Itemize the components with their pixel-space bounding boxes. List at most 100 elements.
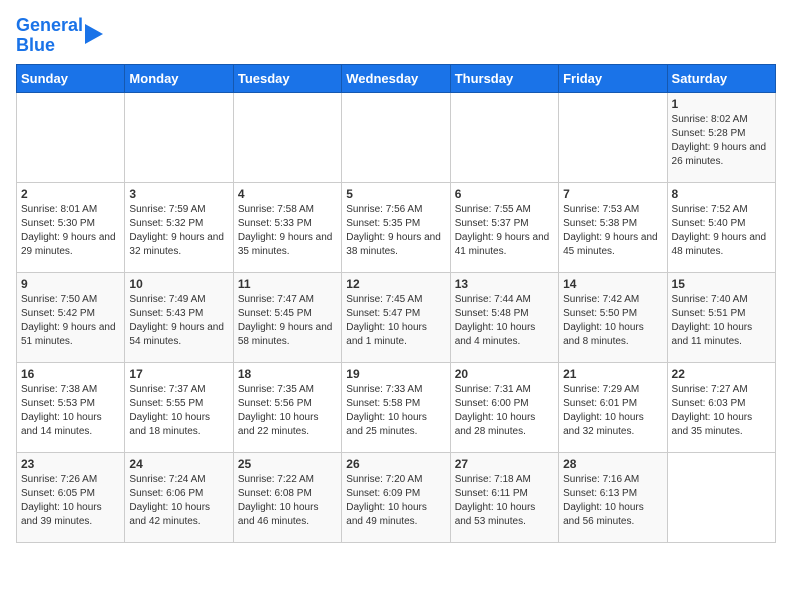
day-cell: 3 Sunrise: 7:59 AM Sunset: 5:32 PM Daylig…: [125, 182, 233, 272]
day-info: Sunrise: 7:58 AM Sunset: 5:33 PM Dayligh…: [238, 203, 337, 259]
day-number: 21: [563, 367, 662, 381]
day-info: Sunrise: 7:24 AM Sunset: 6:06 PM Dayligh…: [129, 473, 228, 529]
day-info: Sunrise: 8:01 AM Sunset: 5:30 PM Dayligh…: [21, 203, 120, 259]
weekday-header-thursday: Thursday: [450, 64, 558, 92]
day-info: Sunrise: 7:59 AM Sunset: 5:32 PM Dayligh…: [129, 203, 228, 259]
day-number: 12: [346, 277, 445, 291]
weekday-header-wednesday: Wednesday: [342, 64, 450, 92]
day-cell: 9 Sunrise: 7:50 AM Sunset: 5:42 PM Daylig…: [17, 272, 125, 362]
day-number: 28: [563, 457, 662, 471]
week-row-3: 9 Sunrise: 7:50 AM Sunset: 5:42 PM Daylig…: [17, 272, 776, 362]
day-info: Sunrise: 7:26 AM Sunset: 6:05 PM Dayligh…: [21, 473, 120, 529]
day-cell: [125, 92, 233, 182]
day-cell: 16Sunrise: 7:38 AM Sunset: 5:53 PM Dayli…: [17, 362, 125, 452]
day-number: 11: [238, 277, 337, 291]
day-cell: [233, 92, 341, 182]
day-number: 26: [346, 457, 445, 471]
day-info: Sunrise: 7:50 AM Sunset: 5:42 PM Dayligh…: [21, 293, 120, 349]
day-info: Sunrise: 7:27 AM Sunset: 6:03 PM Dayligh…: [672, 383, 771, 439]
weekday-header-tuesday: Tuesday: [233, 64, 341, 92]
day-cell: 10 Sunrise: 7:49 AM Sunset: 5:43 PM Dayli…: [125, 272, 233, 362]
day-number: 16: [21, 367, 120, 381]
day-cell: 4 Sunrise: 7:58 AM Sunset: 5:33 PM Daylig…: [233, 182, 341, 272]
day-cell: 2 Sunrise: 8:01 AM Sunset: 5:30 PM Daylig…: [17, 182, 125, 272]
day-info: Sunrise: 7:42 AM Sunset: 5:50 PM Dayligh…: [563, 293, 662, 349]
weekday-header-row: SundayMondayTuesdayWednesdayThursdayFrid…: [17, 64, 776, 92]
weekday-header-friday: Friday: [559, 64, 667, 92]
day-info: Sunrise: 7:18 AM Sunset: 6:11 PM Dayligh…: [455, 473, 554, 529]
day-cell: [450, 92, 558, 182]
day-number: 9: [21, 277, 120, 291]
week-row-5: 23 Sunrise: 7:26 AM Sunset: 6:05 PM Dayli…: [17, 452, 776, 542]
day-cell: 24 Sunrise: 7:24 AM Sunset: 6:06 PM Dayli…: [125, 452, 233, 542]
day-cell: [559, 92, 667, 182]
day-cell: 14 Sunrise: 7:42 AM Sunset: 5:50 PM Dayli…: [559, 272, 667, 362]
calendar-table: SundayMondayTuesdayWednesdayThursdayFrid…: [16, 64, 776, 543]
day-number: 20: [455, 367, 554, 381]
day-cell: 26 Sunrise: 7:20 AM Sunset: 6:09 PM Dayli…: [342, 452, 450, 542]
day-cell: 8 Sunrise: 7:52 AM Sunset: 5:40 PM Daylig…: [667, 182, 775, 272]
day-info: Sunrise: 7:40 AM Sunset: 5:51 PM Dayligh…: [672, 293, 771, 349]
day-cell: 5Sunrise: 7:56 AM Sunset: 5:35 PM Daylig…: [342, 182, 450, 272]
day-number: 23: [21, 457, 120, 471]
day-info: Sunrise: 7:45 AM Sunset: 5:47 PM Dayligh…: [346, 293, 445, 349]
day-info: Sunrise: 7:20 AM Sunset: 6:09 PM Dayligh…: [346, 473, 445, 529]
day-number: 4: [238, 187, 337, 201]
weekday-header-saturday: Saturday: [667, 64, 775, 92]
day-number: 6: [455, 187, 554, 201]
day-number: 10: [129, 277, 228, 291]
day-info: Sunrise: 7:53 AM Sunset: 5:38 PM Dayligh…: [563, 203, 662, 259]
day-info: Sunrise: 7:47 AM Sunset: 5:45 PM Dayligh…: [238, 293, 337, 349]
day-cell: [342, 92, 450, 182]
day-info: Sunrise: 7:49 AM Sunset: 5:43 PM Dayligh…: [129, 293, 228, 349]
day-number: 7: [563, 187, 662, 201]
day-number: 27: [455, 457, 554, 471]
page-header: GeneralBlue: [16, 16, 776, 56]
day-cell: 25 Sunrise: 7:22 AM Sunset: 6:08 PM Dayli…: [233, 452, 341, 542]
day-info: Sunrise: 7:55 AM Sunset: 5:37 PM Dayligh…: [455, 203, 554, 259]
logo-text: GeneralBlue: [16, 16, 83, 56]
logo-arrow-icon: [85, 24, 103, 44]
day-info: Sunrise: 8:02 AM Sunset: 5:28 PM Dayligh…: [672, 113, 771, 169]
day-number: 19: [346, 367, 445, 381]
logo: GeneralBlue: [16, 16, 103, 56]
day-info: Sunrise: 7:35 AM Sunset: 5:56 PM Dayligh…: [238, 383, 337, 439]
day-cell: 27 Sunrise: 7:18 AM Sunset: 6:11 PM Dayli…: [450, 452, 558, 542]
day-cell: 23 Sunrise: 7:26 AM Sunset: 6:05 PM Dayli…: [17, 452, 125, 542]
day-number: 25: [238, 457, 337, 471]
day-number: 3: [129, 187, 228, 201]
day-cell: 1 Sunrise: 8:02 AM Sunset: 5:28 PM Daylig…: [667, 92, 775, 182]
day-cell: 11 Sunrise: 7:47 AM Sunset: 5:45 PM Dayli…: [233, 272, 341, 362]
day-cell: 28 Sunrise: 7:16 AM Sunset: 6:13 PM Dayli…: [559, 452, 667, 542]
day-cell: 7 Sunrise: 7:53 AM Sunset: 5:38 PM Daylig…: [559, 182, 667, 272]
day-info: Sunrise: 7:52 AM Sunset: 5:40 PM Dayligh…: [672, 203, 771, 259]
day-number: 24: [129, 457, 228, 471]
day-number: 18: [238, 367, 337, 381]
day-cell: 20 Sunrise: 7:31 AM Sunset: 6:00 PM Dayli…: [450, 362, 558, 452]
weekday-header-monday: Monday: [125, 64, 233, 92]
day-info: Sunrise: 7:22 AM Sunset: 6:08 PM Dayligh…: [238, 473, 337, 529]
day-info: Sunrise: 7:33 AM Sunset: 5:58 PM Dayligh…: [346, 383, 445, 439]
week-row-1: 1 Sunrise: 8:02 AM Sunset: 5:28 PM Daylig…: [17, 92, 776, 182]
day-cell: 15 Sunrise: 7:40 AM Sunset: 5:51 PM Dayli…: [667, 272, 775, 362]
day-info: Sunrise: 7:44 AM Sunset: 5:48 PM Dayligh…: [455, 293, 554, 349]
day-info: Sunrise: 7:56 AM Sunset: 5:35 PM Dayligh…: [346, 203, 445, 259]
day-cell: [17, 92, 125, 182]
day-cell: 17 Sunrise: 7:37 AM Sunset: 5:55 PM Dayli…: [125, 362, 233, 452]
day-cell: 18 Sunrise: 7:35 AM Sunset: 5:56 PM Dayli…: [233, 362, 341, 452]
day-cell: 6 Sunrise: 7:55 AM Sunset: 5:37 PM Daylig…: [450, 182, 558, 272]
day-info: Sunrise: 7:31 AM Sunset: 6:00 PM Dayligh…: [455, 383, 554, 439]
week-row-2: 2 Sunrise: 8:01 AM Sunset: 5:30 PM Daylig…: [17, 182, 776, 272]
day-number: 8: [672, 187, 771, 201]
day-info: Sunrise: 7:16 AM Sunset: 6:13 PM Dayligh…: [563, 473, 662, 529]
day-cell: 12 Sunrise: 7:45 AM Sunset: 5:47 PM Dayli…: [342, 272, 450, 362]
day-number: 14: [563, 277, 662, 291]
day-number: 15: [672, 277, 771, 291]
day-number: 17: [129, 367, 228, 381]
day-info: Sunrise: 7:29 AM Sunset: 6:01 PM Dayligh…: [563, 383, 662, 439]
day-info: Sunrise: 7:37 AM Sunset: 5:55 PM Dayligh…: [129, 383, 228, 439]
week-row-4: 16Sunrise: 7:38 AM Sunset: 5:53 PM Dayli…: [17, 362, 776, 452]
day-number: 2: [21, 187, 120, 201]
day-cell: 22Sunrise: 7:27 AM Sunset: 6:03 PM Dayli…: [667, 362, 775, 452]
day-number: 1: [672, 97, 771, 111]
